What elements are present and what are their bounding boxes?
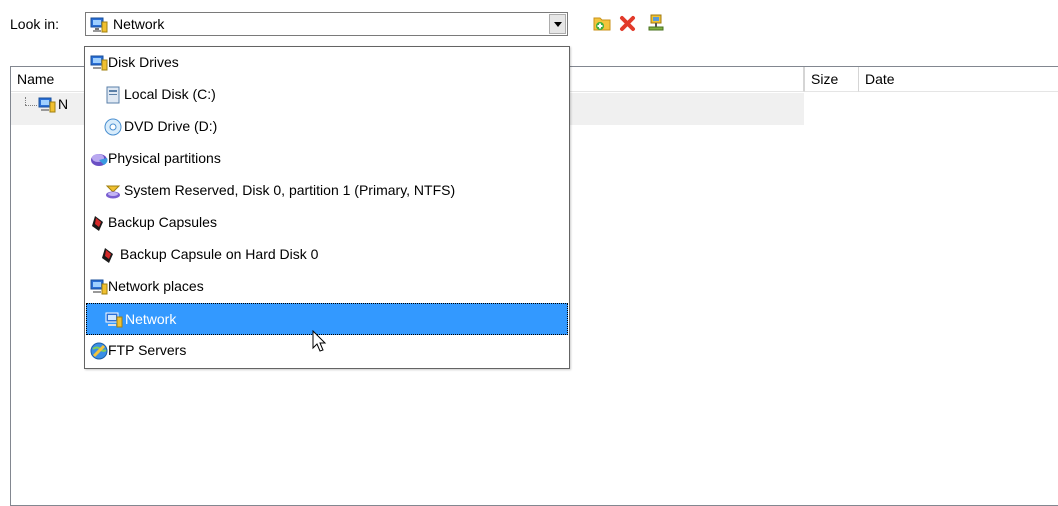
dropdown-item-label: System Reserved, Disk 0, partition 1 (Pr… xyxy=(124,182,456,198)
delete-icon xyxy=(620,16,635,31)
map-network-drive-button[interactable] xyxy=(646,13,666,33)
partition-volume-icon xyxy=(104,182,122,200)
partition-icon xyxy=(90,150,108,168)
tree-connector xyxy=(25,97,26,105)
network-computer-icon xyxy=(90,16,108,37)
dropdown-toggle-button[interactable] xyxy=(549,14,566,34)
network-computer-icon xyxy=(105,311,123,329)
look-in-value: Network xyxy=(113,16,165,32)
chevron-down-icon xyxy=(554,22,562,27)
column-header-size[interactable]: Size xyxy=(804,67,859,92)
dropdown-item-label: Disk Drives xyxy=(108,54,179,70)
look-in-label: Look in: xyxy=(10,16,60,32)
dropdown-item-dvd-drive[interactable]: DVD Drive (D:) xyxy=(86,111,568,143)
tree-connector xyxy=(25,105,37,106)
backup-capsule-icon xyxy=(90,214,108,232)
dropdown-item-backup-capsule-hd0[interactable]: Backup Capsule on Hard Disk 0 xyxy=(86,239,568,271)
local-disk-icon xyxy=(104,86,122,104)
network-computer-icon xyxy=(38,96,56,117)
look-in-dropdown-list[interactable]: Disk Drives Local Disk (C:) DVD Drive (D… xyxy=(84,46,570,369)
ftp-globe-icon xyxy=(90,342,108,360)
dvd-drive-icon xyxy=(104,118,122,136)
mouse-cursor-icon xyxy=(312,329,328,357)
delete-button[interactable] xyxy=(618,13,638,33)
dropdown-item-system-reserved[interactable]: System Reserved, Disk 0, partition 1 (Pr… xyxy=(86,175,568,207)
dropdown-item-physical-partitions[interactable]: Physical partitions xyxy=(86,143,568,175)
new-folder-icon xyxy=(593,17,611,31)
dropdown-item-label: Network places xyxy=(108,278,204,294)
dropdown-item-disk-drives[interactable]: Disk Drives xyxy=(86,47,568,79)
dropdown-item-label: Physical partitions xyxy=(108,150,221,166)
network-computer-icon xyxy=(90,54,108,72)
network-computer-icon xyxy=(90,278,108,296)
column-header-date[interactable]: Date xyxy=(859,67,1058,92)
dropdown-item-label: FTP Servers xyxy=(108,342,187,358)
dropdown-item-label: Backup Capsules xyxy=(108,214,217,230)
backup-capsule-icon xyxy=(100,246,118,264)
tree-item-label: N xyxy=(58,96,69,112)
network-drive-icon xyxy=(648,14,664,31)
dropdown-item-backup-capsules[interactable]: Backup Capsules xyxy=(86,207,568,239)
dropdown-item-label: Local Disk (C:) xyxy=(124,86,216,102)
dropdown-item-local-disk[interactable]: Local Disk (C:) xyxy=(86,79,568,111)
dropdown-item-label: DVD Drive (D:) xyxy=(124,118,218,134)
new-folder-button[interactable] xyxy=(592,13,612,33)
dropdown-item-label: Network xyxy=(125,311,177,327)
dropdown-item-label: Backup Capsule on Hard Disk 0 xyxy=(120,246,319,262)
look-in-combobox[interactable]: Network xyxy=(85,12,568,36)
dropdown-item-network-places[interactable]: Network places xyxy=(86,271,568,303)
